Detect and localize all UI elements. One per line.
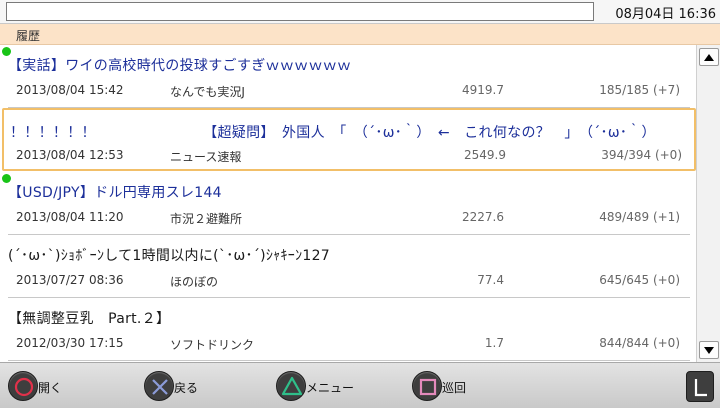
- thread-speed: 77.4: [477, 273, 504, 287]
- open-label: 開く: [38, 381, 63, 395]
- clock-datetime: 08月04日 16:36: [615, 7, 716, 22]
- url-input[interactable]: [6, 2, 594, 21]
- thread-post-count: 185/185 (+7): [599, 83, 680, 97]
- scrollbar[interactable]: [696, 45, 720, 362]
- thread-post-count: 489/489 (+1): [599, 210, 680, 224]
- l-button-icon: [694, 379, 707, 397]
- thread-date: 2013/08/04 15:42: [16, 83, 124, 97]
- patrol-label: 巡回: [442, 381, 467, 395]
- thread-title: 【無調整豆乳 Part.２】: [8, 311, 171, 327]
- thread-row-1[interactable]: 【実話】ワイの高校時代の投球すごすぎｗｗｗｗｗｗ 2013/08/04 15:4…: [2, 45, 690, 108]
- circle-button-icon: [8, 371, 38, 401]
- thread-speed: 4919.7: [462, 83, 504, 97]
- thread-date: 2012/03/30 17:15: [16, 336, 124, 350]
- menu-label: メニュー: [306, 381, 355, 395]
- thread-row-3[interactable]: 【USD/JPY】ドル円専用スレ144 2013/08/04 11:20 市況２…: [2, 172, 690, 235]
- section-header: 履歴: [0, 24, 720, 45]
- thread-history-list: 【実話】ワイの高校時代の投球すごすぎｗｗｗｗｗｗ 2013/08/04 15:4…: [0, 45, 696, 362]
- square-button-icon: [412, 371, 442, 401]
- thread-row-5[interactable]: 【無調整豆乳 Part.２】 2012/03/30 17:15 ソフトドリンク …: [8, 298, 690, 361]
- thread-title: 【USD/JPY】ドル円専用スレ144: [8, 185, 222, 201]
- thread-title: (´･ω･`)ｼｮﾎﾞｰﾝして1時間以内に(`･ω･´)ｼｬｷｰﾝ127: [8, 248, 331, 264]
- thread-post-count: 844/844 (+0): [599, 336, 680, 350]
- section-title-history: 履歴: [16, 29, 41, 43]
- thread-board: ほのぼの: [170, 275, 219, 289]
- arrow-down-icon: [704, 347, 714, 354]
- button-guide-bar: 開く 戻る メニュー 巡回: [0, 362, 720, 408]
- thread-title: ！！！！！！ 【超疑問】 外国人 「 （´･ω･｀） ← これ何なの？ 」 （´…: [10, 125, 656, 141]
- thread-date: 2013/08/04 11:20: [16, 210, 124, 224]
- triangle-button-icon: [276, 371, 306, 401]
- thread-speed: 2549.9: [464, 148, 506, 162]
- thread-post-count: 394/394 (+0): [601, 148, 682, 162]
- thread-row-4[interactable]: (´･ω･`)ｼｮﾎﾞｰﾝして1時間以内に(`･ω･´)ｼｬｷｰﾝ127 201…: [8, 235, 690, 298]
- l-button[interactable]: [686, 371, 714, 402]
- thread-speed: 1.7: [484, 336, 504, 350]
- scroll-up-button[interactable]: [699, 48, 719, 66]
- thread-board: ソフトドリンク: [170, 338, 255, 352]
- arrow-up-icon: [704, 54, 714, 61]
- top-bar: 08月04日 16:36: [0, 0, 720, 24]
- scroll-down-button[interactable]: [699, 341, 719, 359]
- thread-date: 2013/08/04 12:53: [16, 148, 124, 162]
- thread-title: 【実話】ワイの高校時代の投球すごすぎｗｗｗｗｗｗ: [8, 58, 352, 74]
- back-label: 戻る: [174, 381, 199, 395]
- cross-button-icon: [144, 371, 174, 401]
- thread-board: ニュース速報: [170, 150, 242, 164]
- thread-post-count: 645/645 (+0): [599, 273, 680, 287]
- thread-board: 市況２避難所: [170, 212, 243, 226]
- thread-row-2[interactable]: ！！！！！！ 【超疑問】 外国人 「 （´･ω･｀） ← これ何なの？ 」 （´…: [2, 108, 696, 171]
- thread-speed: 2227.6: [462, 210, 504, 224]
- thread-board: なんでも実況J: [170, 85, 245, 99]
- thread-date: 2013/07/27 08:36: [16, 273, 124, 287]
